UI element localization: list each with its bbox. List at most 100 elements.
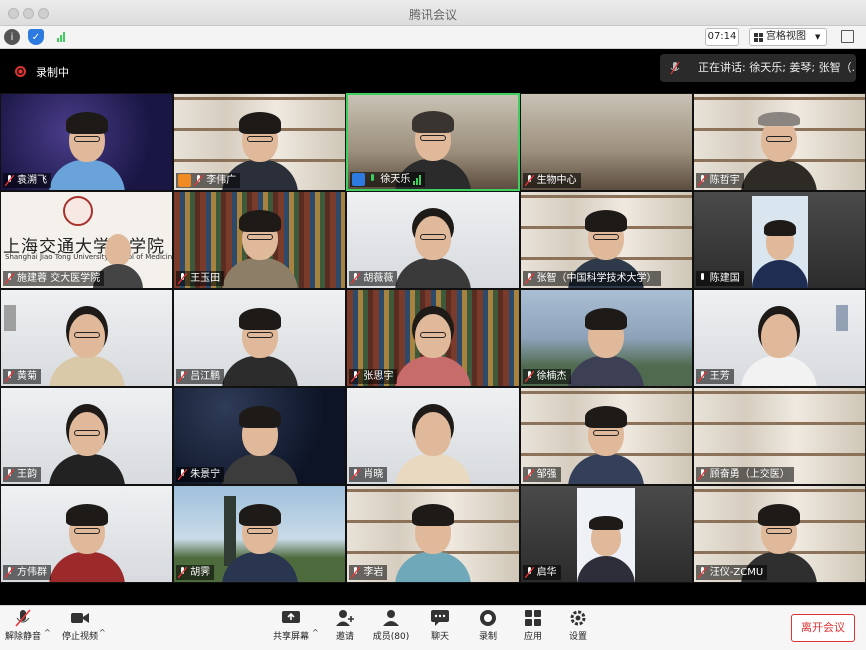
- audio-options-caret-icon[interactable]: ^: [44, 628, 51, 637]
- signal-strength-icon[interactable]: [53, 29, 69, 45]
- video-tile[interactable]: 张思宇: [346, 289, 520, 387]
- chat-button[interactable]: 聊天: [420, 609, 460, 642]
- participant-nameplate: 张智（中国科学技术大学）: [522, 271, 661, 286]
- mic-muted-icon: [351, 371, 361, 382]
- video-tile[interactable]: 张智（中国科学技术大学）: [519, 191, 693, 289]
- members-button[interactable]: 成员(80): [371, 609, 411, 642]
- apps-label: 应用: [523, 632, 542, 642]
- apps-button[interactable]: 应用: [513, 609, 553, 642]
- next-page-arrow[interactable]: [836, 305, 848, 331]
- participant-video: [568, 302, 645, 386]
- video-tile[interactable]: 王韵: [0, 387, 174, 485]
- video-tile[interactable]: 邹强: [519, 387, 693, 485]
- video-tile[interactable]: 肖晓: [346, 387, 520, 485]
- mic-muted-icon: [351, 567, 361, 578]
- window-title: 腾讯会议: [408, 8, 457, 22]
- add-user-icon: [336, 610, 354, 626]
- participant-nameplate: 陈哲宇: [695, 173, 744, 188]
- microphone-icon: [670, 61, 680, 75]
- shield-icon[interactable]: ✓: [28, 29, 44, 45]
- leave-meeting-button[interactable]: 离开会议: [791, 614, 855, 642]
- participant-name: 施建蓉 交大医学院: [17, 273, 101, 284]
- participant-video: [221, 302, 298, 386]
- members-icon: [383, 610, 399, 626]
- members-label: 成员(80): [372, 632, 410, 642]
- video-tile[interactable]: 胡薇薇: [346, 191, 520, 289]
- video-tile[interactable]: 王芳: [692, 289, 866, 387]
- participant-video: [394, 204, 471, 288]
- grid-view-dropdown[interactable]: 宫格视图 ▼: [749, 28, 827, 46]
- participant-nameplate: 张思宇: [349, 369, 398, 384]
- video-tile[interactable]: 生物中心: [519, 93, 693, 191]
- share-screen-button[interactable]: 共享屏幕: [271, 609, 311, 642]
- video-tile[interactable]: 陈哲宇: [692, 93, 866, 191]
- share-screen-label: 共享屏幕: [272, 632, 309, 642]
- participant-name: 邹强: [536, 469, 557, 480]
- grid-view-icon: [754, 32, 763, 42]
- video-tile[interactable]: 上海交通大学医学院 Shanghai Jiao Tong University …: [0, 191, 174, 289]
- participant-nameplate: 王韵: [3, 467, 41, 482]
- participant-nameplate: 徐楠杰: [522, 369, 571, 384]
- video-tile[interactable]: 袁溯飞: [0, 93, 174, 191]
- participant-name: 张思宇: [363, 371, 394, 382]
- info-icon[interactable]: i: [4, 29, 20, 45]
- participant-video: [394, 498, 471, 582]
- fullscreen-icon[interactable]: [841, 30, 854, 43]
- unmute-label: 解除静音: [4, 632, 41, 642]
- video-tile[interactable]: 李伟广: [173, 93, 347, 191]
- video-tile[interactable]: 胡霁: [173, 485, 347, 583]
- video-tile-active-speaker[interactable]: 徐天乐: [346, 93, 520, 191]
- share-options-caret-icon[interactable]: ^: [312, 628, 319, 637]
- previous-page-arrow[interactable]: [4, 305, 16, 331]
- video-tile[interactable]: 黄菊: [0, 289, 174, 387]
- invite-button[interactable]: 邀请: [325, 609, 365, 642]
- host-badge-icon: [178, 174, 192, 187]
- video-tile[interactable]: 启华: [519, 485, 693, 583]
- participant-name: 徐天乐: [380, 174, 411, 185]
- video-tile[interactable]: 吕江鹏: [173, 289, 347, 387]
- participant-nameplate: 胡霁: [176, 565, 215, 580]
- video-tile[interactable]: 方伟群: [0, 485, 174, 583]
- chat-icon: [431, 610, 449, 626]
- settings-button[interactable]: 设置: [558, 609, 598, 642]
- sjtu-banner-en: Shanghai Jiao Tong University School of …: [5, 253, 174, 261]
- video-tile[interactable]: 徐楠杰: [519, 289, 693, 387]
- video-tile[interactable]: 朱景宁: [173, 387, 347, 485]
- participant-name: 王韵: [17, 469, 37, 480]
- participant-video: [48, 400, 125, 484]
- recording-label: 录制中: [36, 66, 69, 79]
- video-options-caret-icon[interactable]: ^: [99, 628, 106, 637]
- participant-nameplate: 施建蓉 交大医学院: [3, 271, 105, 286]
- participant-nameplate: 胡薇薇: [349, 271, 398, 286]
- participant-name: 启华: [536, 567, 557, 578]
- mic-muted-icon: [697, 567, 707, 578]
- video-tile[interactable]: 陈建国: [692, 191, 866, 289]
- video-tile[interactable]: 顾奋勇（上交医）: [692, 387, 866, 485]
- stop-video-button[interactable]: 停止视频: [60, 609, 100, 642]
- participant-nameplate: 朱景宁: [176, 467, 225, 482]
- meeting-controls: 解除静音 ^ 停止视频 ^ 共享屏幕 ^ 邀请 成员(80) 聊天 录制 应用 …: [0, 605, 866, 650]
- mic-muted-icon: [524, 175, 534, 186]
- participant-name: 陈建国: [709, 273, 740, 284]
- participant-name: 黄菊: [17, 371, 37, 382]
- participant-name: 胡霁: [190, 567, 211, 578]
- video-tile[interactable]: 王玉田: [173, 191, 347, 289]
- record-button[interactable]: 录制: [468, 609, 508, 642]
- participant-nameplate: 汪仪-ZCMU: [695, 565, 768, 580]
- participant-name: 王玉田: [190, 273, 221, 284]
- participant-name: 汪仪-ZCMU: [709, 567, 764, 578]
- participant-nameplate: 李伟广: [176, 173, 241, 188]
- participant-video: [221, 400, 298, 484]
- mic-muted-icon: [524, 469, 534, 480]
- unmute-button[interactable]: 解除静音: [3, 609, 43, 642]
- participant-name: 陈哲宇: [709, 175, 740, 186]
- mic-muted-icon: [524, 567, 534, 578]
- signal-strength-icon: [413, 174, 422, 185]
- microphone-icon: [700, 273, 704, 280]
- video-tile[interactable]: 李岩: [346, 485, 520, 583]
- video-tile[interactable]: 汪仪-ZCMU: [692, 485, 866, 583]
- mic-muted-icon: [5, 567, 14, 578]
- participant-name: 王芳: [709, 371, 730, 382]
- mic-muted-icon: [697, 371, 707, 382]
- participant-video: [394, 400, 471, 484]
